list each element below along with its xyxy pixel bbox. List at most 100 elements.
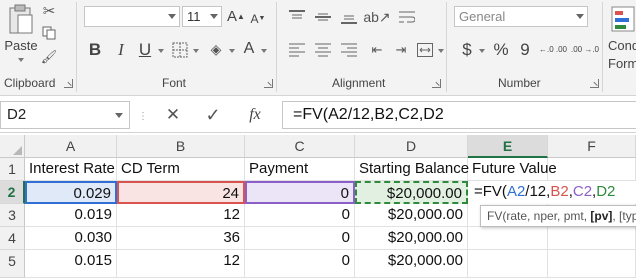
cell-d2[interactable]: $20,000.00 (355, 181, 468, 204)
format-painter-icon[interactable]: 🖌 (40, 48, 58, 66)
underline-button[interactable]: U (136, 40, 154, 60)
copy-icon[interactable] (40, 24, 58, 42)
cell-d3[interactable]: $20,000.00 (355, 204, 468, 227)
cell-a3[interactable]: 0.019 (25, 204, 117, 227)
cell-c5[interactable]: 0 (245, 250, 355, 278)
edit-ref-d2: D2 (596, 183, 616, 200)
conditional-formatting-label-2[interactable]: Forma (608, 54, 636, 72)
wrap-text-icon[interactable] (396, 8, 418, 26)
cell-a2[interactable]: 0.029 (25, 181, 117, 204)
row-header-5[interactable]: 5 (0, 250, 25, 278)
alignment-group-label: Alignment (332, 76, 386, 90)
formula-bar-grip-icon[interactable]: ⋮ (138, 109, 148, 123)
increase-decimal-button[interactable]: ←.0 .00 (538, 36, 568, 62)
row-header-4[interactable]: 4 (0, 227, 25, 250)
bottom-align-icon[interactable] (338, 8, 360, 26)
cell-a4[interactable]: 0.030 (25, 227, 117, 250)
cell-f5[interactable] (548, 250, 636, 278)
paste-icon[interactable] (6, 2, 36, 36)
cut-icon[interactable]: ✂ (40, 2, 58, 20)
currency-dropdown-icon[interactable] (479, 49, 485, 53)
cell-c3[interactable]: 0 (245, 204, 355, 227)
cell-d5[interactable]: $20,000.00 (355, 250, 468, 278)
cell-b1[interactable]: CD Term (117, 158, 245, 181)
cell-d4[interactable]: $20,000.00 (355, 227, 468, 250)
conditional-formatting-icon[interactable] (610, 4, 636, 34)
cell-b3[interactable]: 12 (117, 204, 245, 227)
name-box[interactable]: D2 (0, 101, 130, 129)
cell-c2[interactable]: 0 (245, 181, 355, 204)
enter-icon[interactable]: ✓ (200, 103, 226, 127)
font-color-dropdown-icon[interactable] (261, 49, 267, 53)
row-header-2[interactable]: 2 (0, 181, 25, 204)
ribbon-divider (446, 2, 447, 92)
paste-dropdown-icon[interactable] (18, 58, 24, 62)
cell-e1[interactable]: Future Value (468, 158, 557, 181)
align-center-icon[interactable] (312, 40, 334, 60)
cell-c1[interactable]: Payment (245, 158, 355, 181)
cell-e5[interactable] (468, 250, 548, 278)
column-header-e[interactable]: E (468, 135, 548, 158)
tooltip-signature: FV(rate, nper, pmt, (487, 209, 591, 223)
cell-f4[interactable] (548, 227, 636, 250)
align-right-icon[interactable] (338, 40, 360, 60)
formula-input[interactable]: =FV(A2/12,B2,C2,D2 (282, 101, 636, 129)
cell-a5[interactable]: 0.015 (25, 250, 117, 278)
cell-f1[interactable] (548, 158, 636, 181)
borders-dropdown-icon[interactable] (193, 49, 199, 53)
decrease-decimal-button[interactable]: .00 →.0 (570, 36, 600, 62)
font-dialog-launcher-icon[interactable] (264, 79, 273, 88)
fill-color-dropdown-icon[interactable] (229, 49, 235, 53)
edit-ref-c2: C2 (572, 183, 593, 200)
align-left-icon[interactable] (286, 40, 308, 60)
orientation-icon[interactable]: ab↗ (363, 8, 390, 26)
font-color-icon[interactable]: A (240, 38, 258, 60)
paste-button-label[interactable]: Paste (2, 36, 40, 54)
italic-button[interactable]: I (112, 40, 130, 60)
column-header-c[interactable]: C (245, 135, 355, 158)
top-align-icon[interactable] (286, 8, 308, 26)
column-header-d[interactable]: D (355, 135, 468, 158)
cell-d1[interactable]: Starting Balance (355, 158, 469, 181)
merge-dropdown-icon[interactable] (438, 49, 444, 53)
decrease-indent-icon[interactable]: ⇤ (366, 40, 388, 60)
percent-button[interactable]: % (492, 40, 510, 60)
font-size-combo[interactable]: 11 (182, 6, 222, 27)
increase-indent-icon[interactable]: ⇥ (390, 40, 412, 60)
bold-button[interactable]: B (86, 40, 104, 60)
fill-color-icon[interactable]: ◈ (206, 38, 226, 60)
comma-style-button[interactable]: 9 (516, 40, 534, 60)
merge-center-icon[interactable] (414, 40, 436, 60)
ribbon-divider (276, 2, 277, 92)
column-header-b[interactable]: B (117, 135, 245, 158)
column-header-f[interactable]: F (548, 135, 636, 158)
cell-e2-editing[interactable]: =FV(A2/12,B2,C2,D2 (468, 181, 636, 204)
select-all-button[interactable] (0, 135, 25, 158)
column-header-a[interactable]: A (25, 135, 117, 158)
cancel-icon[interactable]: ✕ (160, 103, 186, 127)
tooltip-current-arg: [pv] (590, 209, 613, 223)
edit-divisor: /12, (525, 183, 551, 200)
increase-font-icon[interactable]: A ▲ (226, 6, 246, 27)
font-size-value: 11 (187, 9, 201, 24)
insert-function-icon[interactable]: fx (240, 103, 270, 127)
conditional-formatting-label-1[interactable]: Cond (608, 36, 636, 54)
row-header-3[interactable]: 3 (0, 204, 25, 227)
number-dialog-launcher-icon[interactable] (590, 79, 599, 88)
borders-icon[interactable] (170, 40, 190, 60)
cell-b2[interactable]: 24 (117, 181, 245, 204)
middle-align-icon[interactable] (312, 8, 334, 26)
currency-button[interactable]: $ (458, 40, 476, 60)
cell-a1[interactable]: Interest Rate (25, 158, 117, 181)
clipboard-dialog-launcher-icon[interactable] (64, 79, 73, 88)
cell-b4[interactable]: 36 (117, 227, 245, 250)
alignment-dialog-launcher-icon[interactable] (432, 79, 441, 88)
cell-b5[interactable]: 12 (117, 250, 245, 278)
underline-dropdown-icon[interactable] (158, 49, 164, 53)
font-name-combo[interactable] (84, 6, 180, 27)
number-format-combo[interactable]: General (454, 6, 588, 27)
row-header-1[interactable]: 1 (0, 158, 25, 181)
cell-c4[interactable]: 0 (245, 227, 355, 250)
cell-e4[interactable] (468, 227, 548, 250)
decrease-font-icon[interactable]: A ▼ (248, 8, 268, 29)
